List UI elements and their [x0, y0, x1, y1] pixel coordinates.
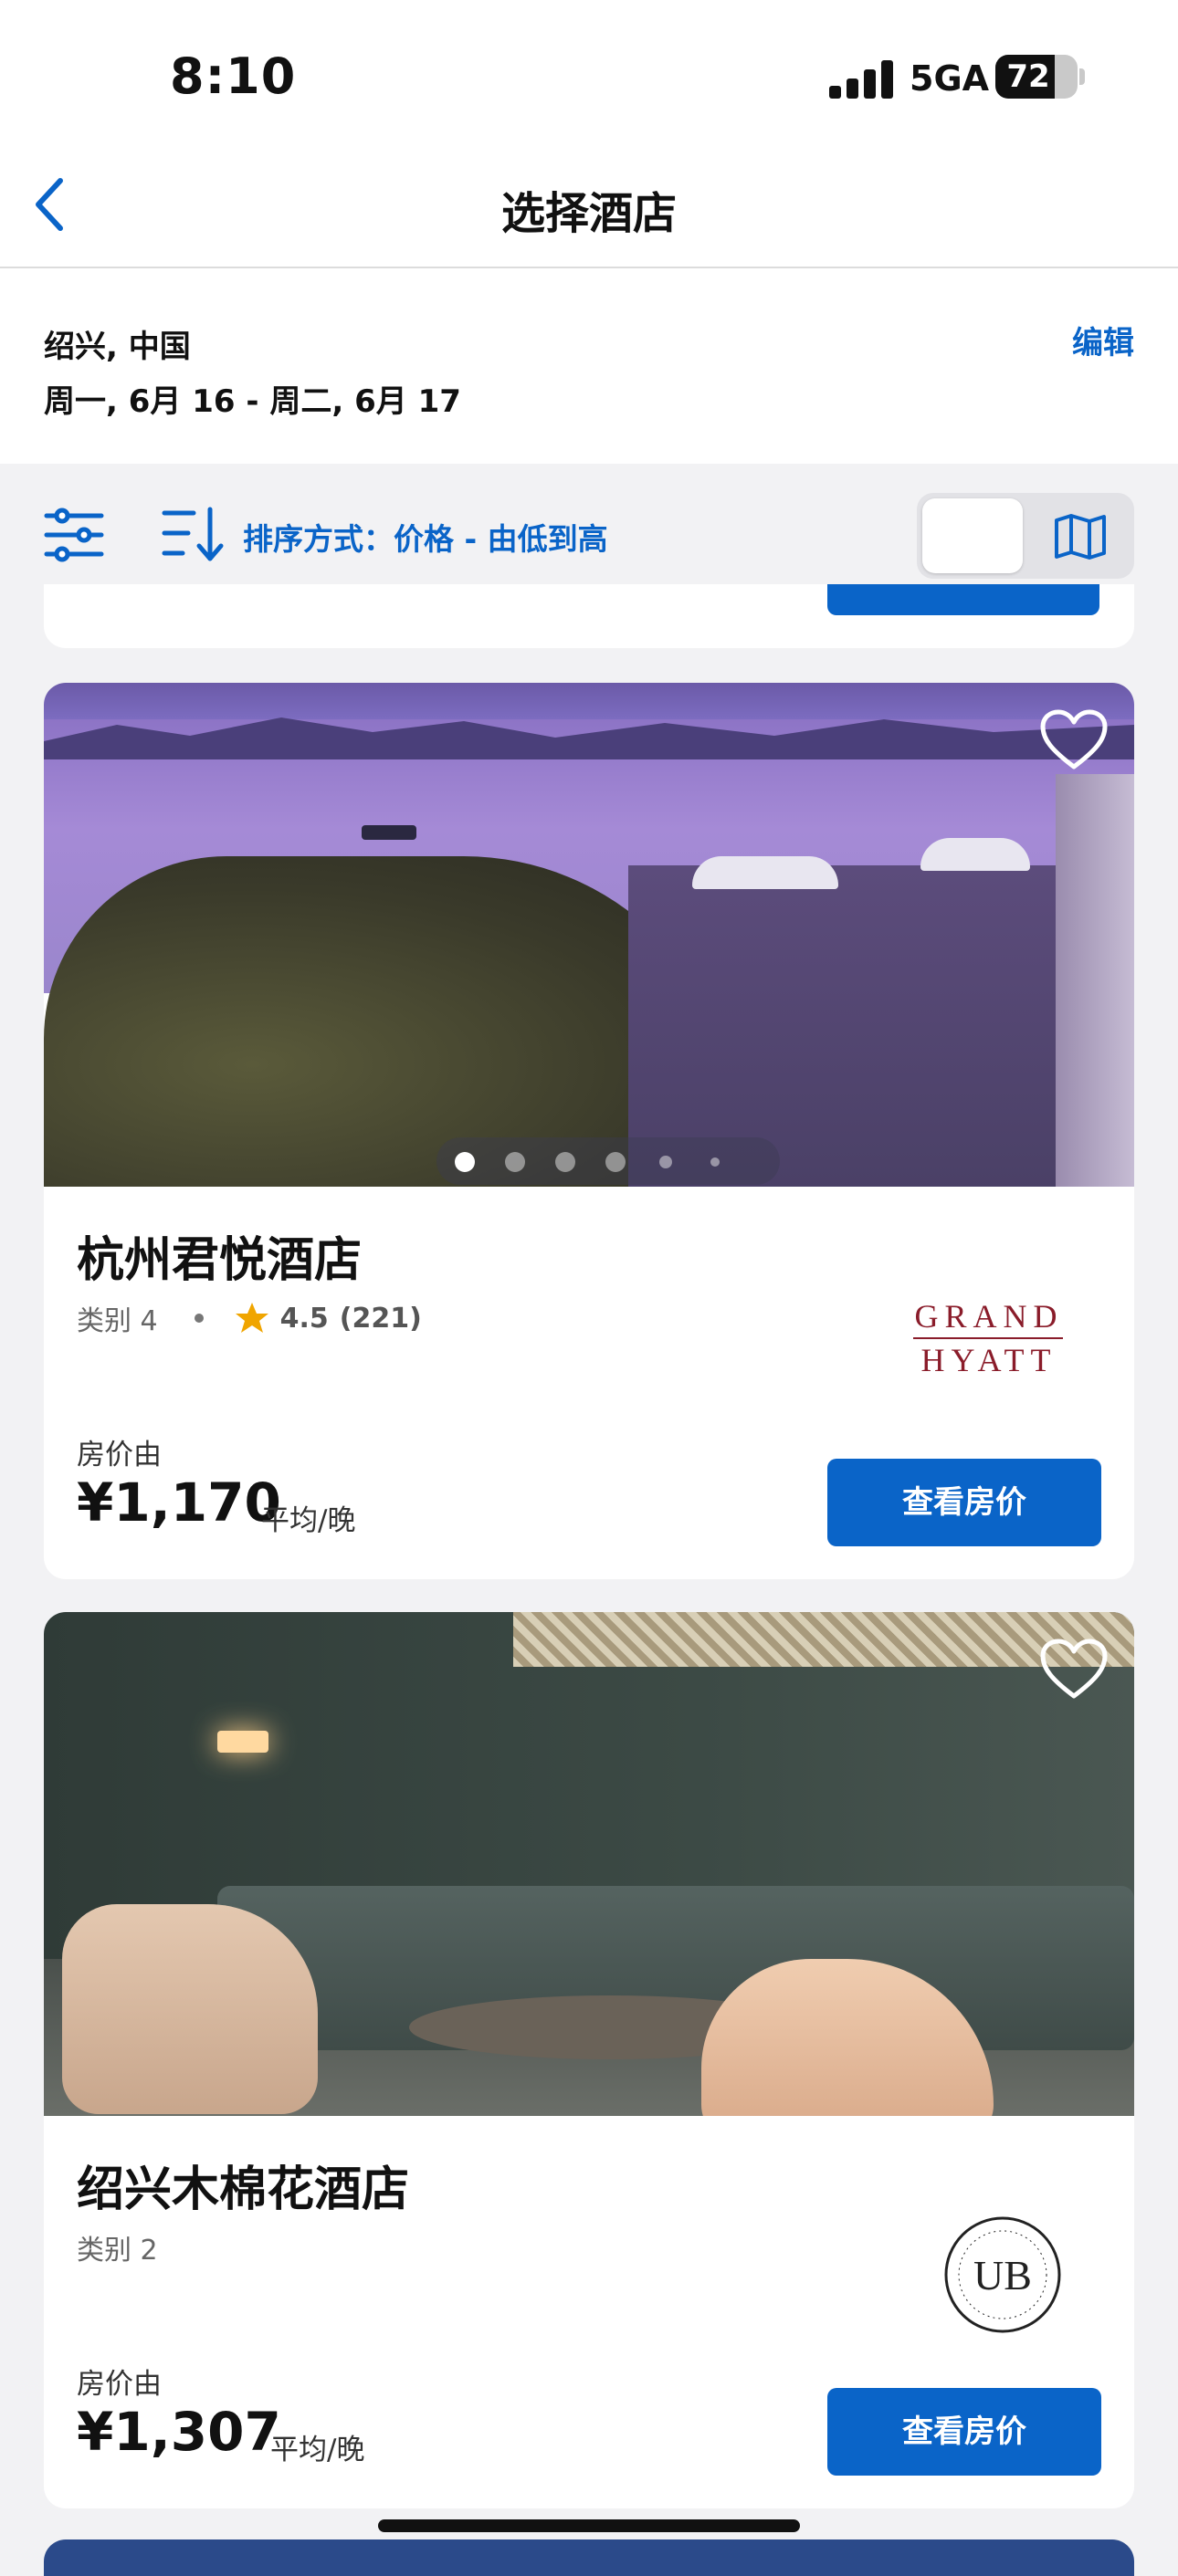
- view-rates-button[interactable]: 查看房价: [827, 1459, 1101, 1546]
- hotel-name[interactable]: 绍兴木棉花酒店: [77, 2151, 409, 2219]
- photo-pagination[interactable]: [436, 1137, 780, 1185]
- hotel-photo[interactable]: [44, 1612, 1134, 2116]
- hotel-price: ¥1,170: [77, 1471, 281, 1534]
- favorite-heart-icon[interactable]: [1039, 1638, 1109, 1702]
- hotel-photo[interactable]: [44, 683, 1134, 1187]
- grand-hyatt-logo: GRAND HYATT: [913, 1298, 1063, 1378]
- rating-star-icon: [235, 1303, 268, 1333]
- per-night-label: 平均/晚: [261, 1504, 356, 1537]
- svg-text:UB: UB: [973, 2252, 1032, 2299]
- favorite-heart-icon[interactable]: [1039, 708, 1109, 772]
- previous-view-rates-button[interactable]: [827, 584, 1099, 615]
- per-night-label: 平均/晚: [270, 2434, 365, 2466]
- sort-icon[interactable]: [161, 504, 225, 564]
- map-icon[interactable]: [1054, 513, 1107, 560]
- status-time: 8:10: [170, 47, 297, 105]
- hotel-meta: 类别 2: [77, 2227, 158, 2267]
- hotel-meta: 类别 4 4.5 (221): [77, 1298, 422, 1338]
- edit-search-button[interactable]: 编辑: [1072, 318, 1134, 362]
- price-from-label: 房价由: [77, 1439, 162, 1471]
- list-view-option[interactable]: [922, 498, 1023, 573]
- search-summary: [0, 268, 1178, 464]
- next-hotel-card[interactable]: [44, 2539, 1134, 2576]
- hotel-name[interactable]: 杭州君悦酒店: [77, 1221, 362, 1290]
- hotel-review-count[interactable]: (221): [340, 1303, 422, 1335]
- unbound-collection-logo: UB: [944, 2216, 1061, 2333]
- sort-button[interactable]: 排序方式：价格 - 由低到高: [243, 515, 608, 559]
- hotel-card[interactable]: 杭州君悦酒店 类别 4 4.5 (221) GRAND HYATT 房价由 ¥1…: [44, 683, 1134, 1579]
- home-indicator[interactable]: [378, 2519, 800, 2532]
- view-rates-button[interactable]: 查看房价: [827, 2388, 1101, 2476]
- search-dates: 周一, 6月 16 - 周二, 6月 17: [44, 383, 461, 420]
- svg-text:HYATT: HYATT: [921, 1342, 1057, 1378]
- view-toggle[interactable]: [917, 493, 1134, 579]
- hotel-category: 类别 2: [77, 2235, 158, 2267]
- hotel-rating: 4.5: [279, 1302, 329, 1335]
- battery-tip: [1079, 68, 1085, 85]
- signal-icon: [829, 57, 893, 99]
- svg-text:GRAND: GRAND: [914, 1298, 1063, 1335]
- battery-level: 72: [1006, 58, 1050, 95]
- hotel-price: ¥1,307: [77, 2401, 281, 2463]
- page-title: 选择酒店: [500, 188, 677, 239]
- price-from-label: 房价由: [77, 2368, 162, 2401]
- hotel-card[interactable]: 绍兴木棉花酒店 类别 2 UB 房价由 ¥1,307 平均/晚 查看房价: [44, 1612, 1134, 2508]
- filter-sliders-icon[interactable]: [44, 507, 104, 563]
- battery-icon: 72: [995, 55, 1078, 99]
- network-label: 5GA: [910, 58, 990, 99]
- hotel-category: 类别 4: [77, 1305, 158, 1337]
- search-location: 绍兴, 中国: [44, 329, 191, 365]
